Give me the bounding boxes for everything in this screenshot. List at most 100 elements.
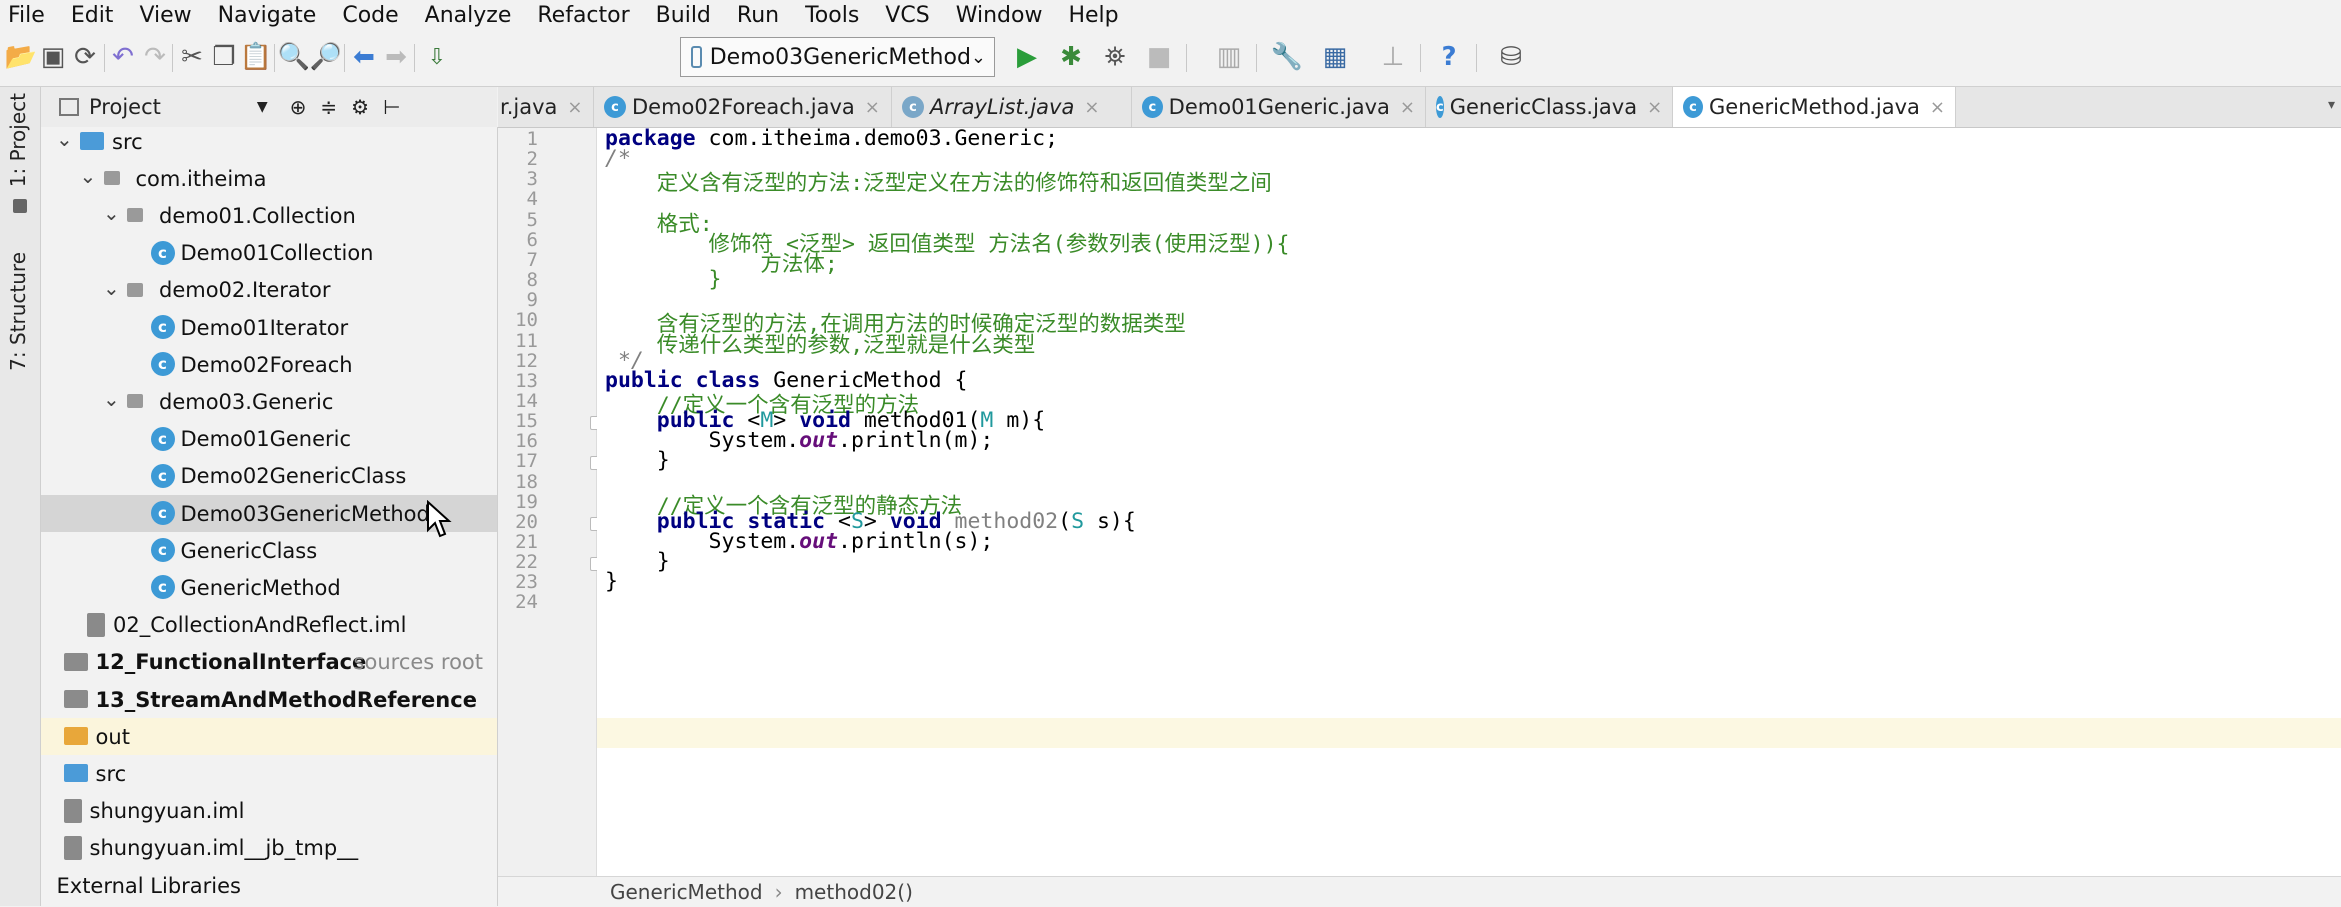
tree-item[interactable]: ⌄ demo02.Iterator bbox=[41, 272, 497, 309]
breadcrumb-method[interactable]: method02() bbox=[795, 880, 913, 904]
tree-item-label: 12_FunctionalInterface bbox=[95, 650, 367, 675]
tree-item[interactable]: shungyuan.iml__jb_tmp__ bbox=[41, 830, 497, 867]
cut-icon[interactable]: ✂ bbox=[175, 40, 209, 74]
tree-item[interactable]: ⌄ demo03.Generic bbox=[41, 383, 497, 420]
hide-icon[interactable]: ⊢ bbox=[383, 95, 400, 119]
chevron-down-icon[interactable]: ⌄ bbox=[56, 127, 73, 151]
tree-item[interactable]: 12_FunctionalInterface sources root bbox=[41, 644, 497, 681]
close-icon[interactable]: × bbox=[1647, 97, 1662, 118]
line-number: 22 bbox=[515, 551, 538, 574]
debug-icon[interactable]: ✱ bbox=[1054, 40, 1088, 74]
tree-item[interactable]: src bbox=[41, 755, 497, 792]
close-icon[interactable]: × bbox=[1400, 97, 1415, 118]
nav-forward-icon[interactable]: ➡ bbox=[379, 40, 413, 74]
tree-item[interactable]: External Libraries bbox=[41, 867, 497, 904]
chevron-down-icon[interactable]: ⌄ bbox=[80, 164, 97, 188]
run-icon[interactable]: ▶ bbox=[1010, 40, 1044, 74]
paste-icon[interactable]: 📋 bbox=[239, 40, 273, 74]
close-icon[interactable]: × bbox=[1084, 97, 1099, 118]
tree-item[interactable]: ⌄ demo01.Collection bbox=[41, 197, 497, 234]
wrench-icon[interactable]: 🔧 bbox=[1270, 40, 1304, 74]
tab-arraylist-java[interactable]: c ArrayList.java × bbox=[892, 87, 1132, 127]
tree-item[interactable]: ⌄ com.itheima bbox=[41, 160, 497, 197]
tab-genericmethod-java[interactable]: c GenericMethod.java × bbox=[1673, 87, 1956, 127]
collapse-icon[interactable]: ≑ bbox=[320, 95, 337, 119]
menu-window[interactable]: Window bbox=[943, 3, 1056, 28]
tree-item[interactable]: c Demo01Collection bbox=[41, 235, 497, 272]
help-icon[interactable]: ? bbox=[1432, 40, 1466, 74]
breadcrumb-class[interactable]: GenericMethod bbox=[610, 880, 763, 904]
tab-demo01generic-java[interactable]: c Demo01Generic.java × bbox=[1132, 87, 1426, 127]
db-icon[interactable]: ⛁ bbox=[1494, 40, 1528, 74]
tree-item[interactable]: c Demo01Generic bbox=[41, 421, 497, 458]
module-icon bbox=[63, 690, 88, 708]
structure-icon[interactable]: ▦ bbox=[1318, 40, 1352, 74]
tab-structure[interactable]: 7: Structure bbox=[6, 252, 30, 371]
project-panel-title[interactable]: Project bbox=[89, 95, 161, 119]
locate-icon[interactable]: ⊕ bbox=[290, 95, 307, 119]
close-icon[interactable]: × bbox=[865, 97, 880, 118]
menu-tools[interactable]: Tools bbox=[792, 3, 872, 28]
menu-help[interactable]: Help bbox=[1055, 3, 1131, 28]
tab-r-java[interactable]: r.java × bbox=[498, 87, 594, 127]
code-editor[interactable]: package com.itheima.demo03.Generic;/* 定义… bbox=[597, 126, 2341, 876]
stop-icon[interactable]: ■ bbox=[1142, 40, 1176, 74]
sdk-icon[interactable]: ⊥ bbox=[1376, 40, 1410, 74]
tree-item[interactable]: 13_StreamAndMethodReference bbox=[41, 681, 497, 718]
chevron-down-icon[interactable]: ⌄ bbox=[103, 201, 120, 225]
replace-icon[interactable]: 🔎 bbox=[309, 40, 343, 74]
back-icon[interactable]: ↶ bbox=[106, 40, 140, 74]
tree-item[interactable]: ⌄ src bbox=[41, 127, 497, 160]
coverage-icon[interactable]: ⛯ bbox=[1098, 40, 1132, 74]
tree-item[interactable]: c Demo01Iterator bbox=[41, 309, 497, 346]
menu-edit[interactable]: Edit bbox=[58, 3, 127, 28]
menu-file[interactable]: File bbox=[0, 3, 58, 28]
tree-item[interactable]: c Demo02Foreach bbox=[41, 346, 497, 383]
menu-navigate[interactable]: Navigate bbox=[205, 3, 330, 28]
line-number: 16 bbox=[515, 430, 538, 453]
forward-icon[interactable]: ↷ bbox=[138, 40, 172, 74]
tab-project[interactable]: 1: Project bbox=[6, 93, 30, 187]
tree-item[interactable]: out bbox=[41, 718, 497, 756]
tree-item[interactable]: 02_CollectionAndReflect.iml bbox=[41, 607, 497, 644]
class-icon: c bbox=[150, 352, 175, 377]
menu-analyze[interactable]: Analyze bbox=[412, 3, 525, 28]
chevron-down-icon[interactable]: ▼ bbox=[257, 99, 268, 115]
tree-item[interactable]: shungyuan.iml bbox=[41, 793, 497, 830]
tree-item[interactable]: c GenericMethod bbox=[41, 569, 497, 606]
line-number: 20 bbox=[515, 510, 538, 533]
class-icon: c bbox=[150, 575, 175, 600]
sync-icon[interactable]: ⟳ bbox=[68, 40, 102, 74]
nav-back-icon[interactable]: ⬅ bbox=[347, 40, 381, 74]
chevron-down-icon[interactable]: ⌄ bbox=[103, 276, 120, 300]
menu-vcs[interactable]: VCS bbox=[872, 3, 942, 28]
toolbar-separator bbox=[1420, 44, 1421, 72]
chevron-down-icon[interactable]: ⌄ bbox=[103, 387, 120, 411]
toolbar-separator bbox=[172, 44, 173, 72]
menu-view[interactable]: View bbox=[126, 3, 204, 28]
close-icon[interactable]: × bbox=[567, 97, 582, 118]
tab-label: ArrayList.java bbox=[930, 95, 1075, 119]
find-icon[interactable]: 🔍 bbox=[277, 40, 311, 74]
gear-icon[interactable]: ⚙ bbox=[351, 95, 369, 119]
tree-item[interactable]: c Demo02GenericClass bbox=[41, 458, 497, 495]
close-icon[interactable]: × bbox=[1930, 97, 1945, 118]
run-configuration-select[interactable]: Demo03GenericMethod ⌄ bbox=[680, 37, 995, 77]
vcs-icon[interactable]: ▥ bbox=[1212, 40, 1246, 74]
tree-item-label: 13_StreamAndMethodReference bbox=[95, 687, 477, 712]
copy-icon[interactable]: ❐ bbox=[207, 40, 241, 74]
chevron-down-icon: ⌄ bbox=[970, 46, 986, 68]
open-icon[interactable]: 📂 bbox=[4, 40, 38, 74]
tab-genericclass-java[interactable]: c GenericClass.java × bbox=[1426, 87, 1673, 127]
code-line: 传递什么类型的参数,泛型就是什么类型 bbox=[605, 332, 1036, 358]
class-icon: c bbox=[150, 315, 175, 339]
menu-refactor[interactable]: Refactor bbox=[524, 3, 642, 28]
tabs-overflow-icon[interactable]: ▾ bbox=[2328, 97, 2335, 113]
tab-demo02foreach-java[interactable]: c Demo02Foreach.java × bbox=[594, 87, 892, 127]
menu-code[interactable]: Code bbox=[329, 3, 411, 28]
save-icon[interactable]: ▣ bbox=[36, 40, 70, 74]
build-icon[interactable]: ⇩ bbox=[420, 40, 454, 74]
menu-run[interactable]: Run bbox=[724, 3, 792, 28]
menu-build[interactable]: Build bbox=[643, 3, 724, 28]
run-config-label: Demo03GenericMethod bbox=[709, 44, 971, 70]
